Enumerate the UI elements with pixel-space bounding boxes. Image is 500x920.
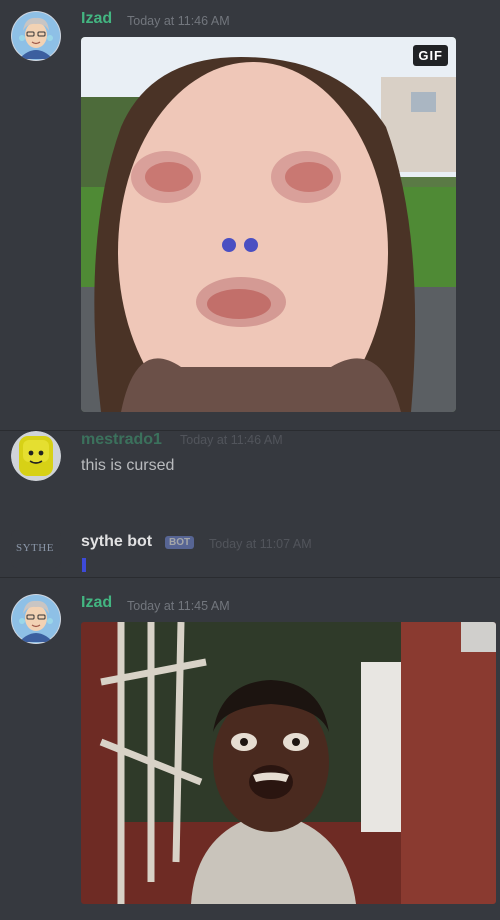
avatar-izad[interactable] [11, 594, 61, 644]
bot-message-bar [82, 558, 86, 572]
message-izad-gif: Izad Today at 11:46 AM GIF [0, 0, 500, 425]
message-content: this is cursed [81, 457, 175, 474]
avatar-sythe-bot[interactable]: SYTHE [11, 530, 61, 568]
image-attachment[interactable] [81, 622, 496, 904]
gif-badge: GIF [413, 45, 448, 66]
sythe-logo-text: SYTHE [16, 542, 54, 554]
message-timestamp: Today at 11:46 AM [180, 433, 283, 447]
username-izad[interactable]: Izad [81, 10, 112, 28]
message-timestamp: Today at 11:07 AM [209, 537, 312, 551]
avatar-izad[interactable] [11, 11, 61, 61]
avatar-mestrado1[interactable] [11, 431, 61, 481]
avatar-mestrado1-image [11, 431, 61, 481]
avatar-izad-image [11, 11, 61, 61]
avatar-izad-image [11, 594, 61, 644]
message-timestamp: Today at 11:46 AM [127, 14, 230, 28]
message-sythe-bot: SYTHE sythe bot BOT Today at 11:07 AM [0, 506, 500, 576]
bot-tag: BOT [165, 536, 195, 549]
username-izad[interactable]: Izad [81, 594, 112, 612]
message-izad-image: Izad Today at 11:45 AM [0, 578, 500, 920]
gif-attachment[interactable]: GIF [81, 37, 456, 412]
message-timestamp: Today at 11:45 AM [127, 599, 230, 613]
message-mestrado1: mestrado1 Today at 11:46 AM this is curs… [0, 431, 500, 506]
username-sythe-bot[interactable]: sythe bot [81, 533, 152, 551]
gif-image [81, 37, 456, 412]
attachment-image [81, 622, 496, 904]
username-mestrado1[interactable]: mestrado1 [81, 431, 162, 449]
